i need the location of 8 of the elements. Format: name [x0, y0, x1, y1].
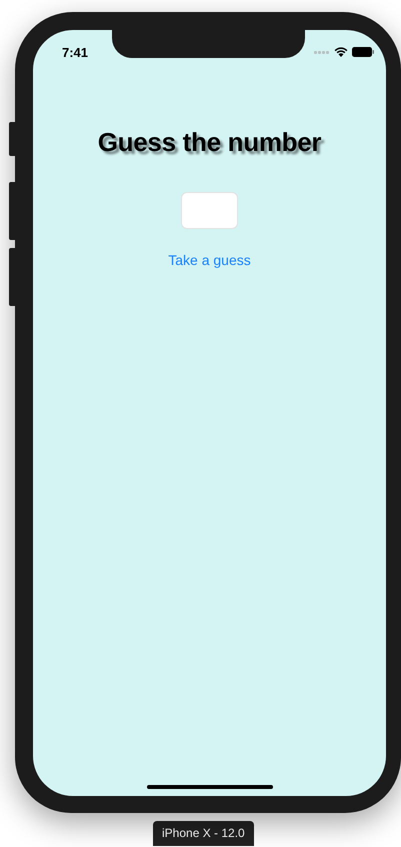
screen-title: Guess the number	[98, 127, 322, 158]
signal-icon	[314, 50, 330, 54]
device-label: iPhone X - 12.0	[153, 821, 254, 846]
input-field[interactable]	[181, 192, 238, 229]
wifi-icon	[334, 47, 348, 57]
status-time: 7:41	[62, 44, 88, 60]
battery-icon	[352, 47, 374, 57]
guess-button[interactable]: Take a guess	[168, 252, 251, 268]
